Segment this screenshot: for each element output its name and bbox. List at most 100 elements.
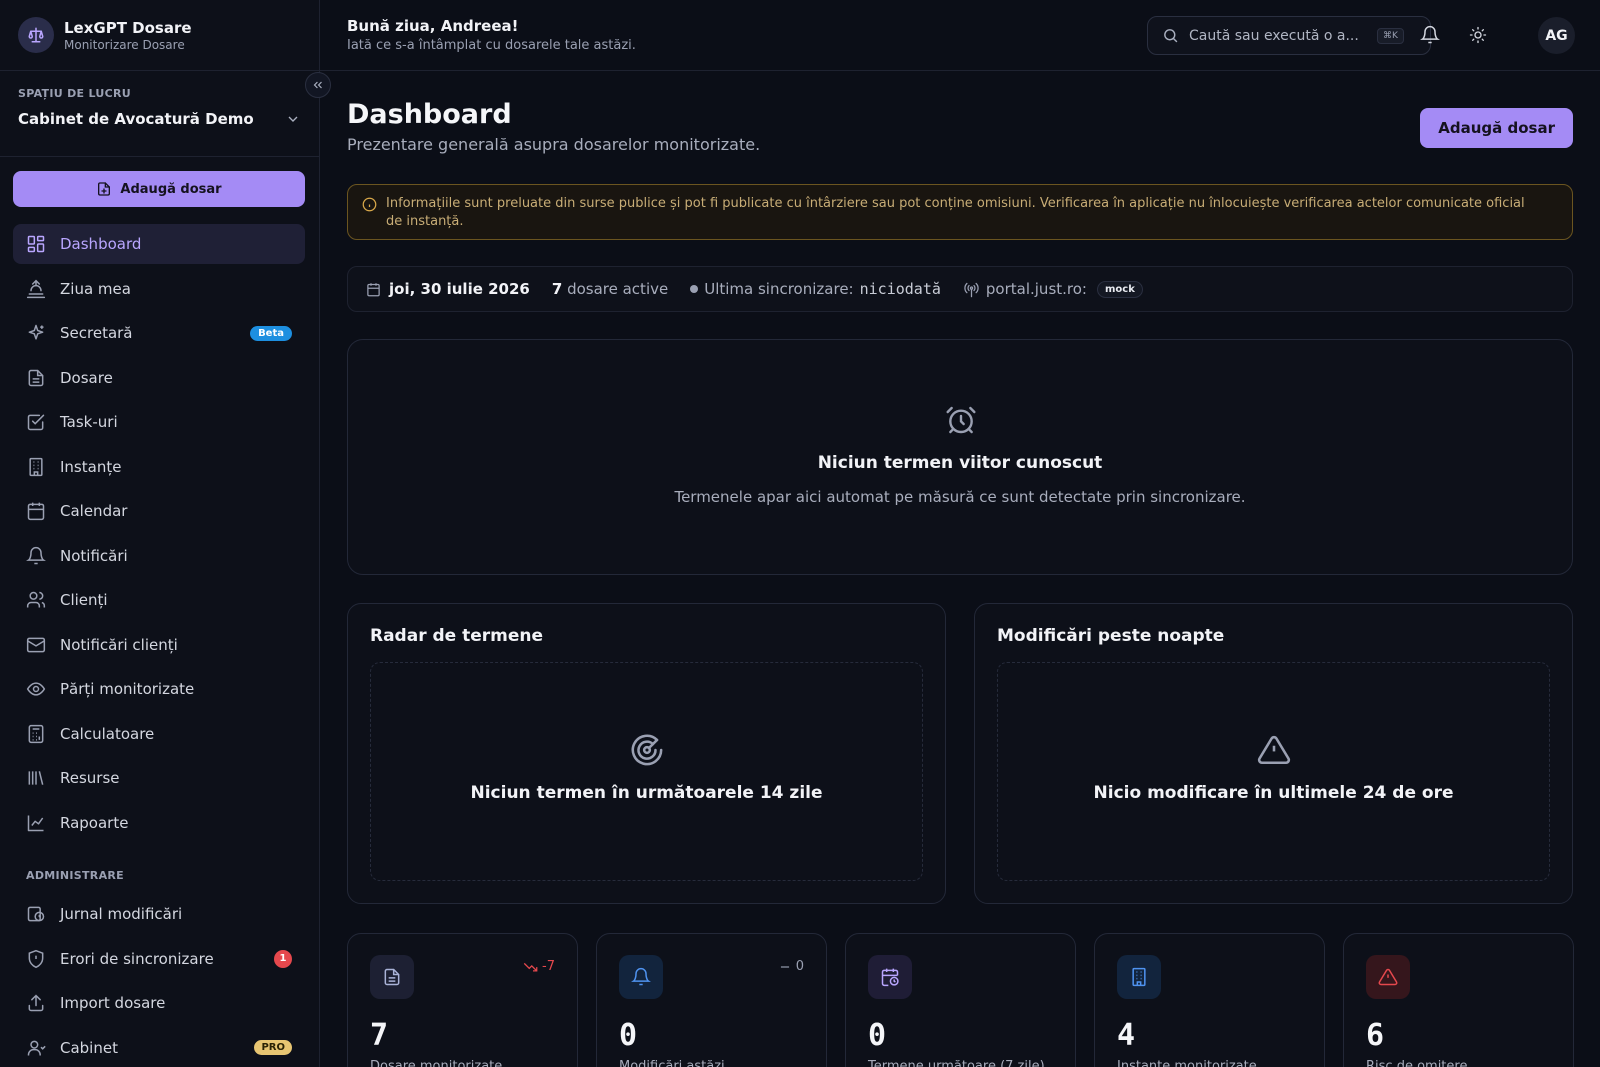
stat-card-omission-risk[interactable]: 6 Risc de omitere	[1343, 933, 1574, 1067]
sidebar-item-resurse[interactable]: Resurse	[13, 758, 305, 798]
upload-icon	[28, 994, 44, 1012]
file-icon	[28, 369, 44, 386]
upcoming-empty-title: Niciun termen viitor cunoscut	[817, 453, 1103, 473]
sidebar-item-label: Notificări	[60, 546, 128, 565]
sidebar-item-clienti[interactable]: Clienți	[13, 580, 305, 620]
collapse-sidebar-button[interactable]	[305, 72, 331, 98]
sidebar-item-label: Resurse	[60, 769, 120, 787]
stat-card-monitored-cases[interactable]: -7 7 Dosare monitorizate	[347, 933, 578, 1067]
sync-value: niciodată	[859, 280, 941, 298]
sidebar-item-cabinet[interactable]: Cabinet PRO	[13, 1028, 305, 1067]
deadline-radar-title: Radar de termene	[370, 626, 544, 646]
bell-icon	[619, 955, 663, 999]
sidebar-item-label: Import dosare	[60, 994, 166, 1012]
sidebar-item-secretara[interactable]: Secretară Beta	[13, 313, 305, 353]
app-name: LexGPT Dosare	[64, 18, 192, 37]
stat-value: 4	[1117, 1018, 1136, 1053]
stat-trend: -7	[523, 959, 555, 974]
stat-label: Dosare monitorizate	[370, 1059, 503, 1067]
page-title: Dashboard	[347, 99, 512, 130]
sidebar-item-calendar[interactable]: Calendar	[13, 491, 305, 531]
deadline-radar-empty: Niciun termen în următoarele 14 zile	[470, 783, 823, 803]
stat-trend: 0	[778, 959, 804, 974]
sidebar-item-instante[interactable]: Instanțe	[13, 447, 305, 487]
sidebar-item-label: Instanțe	[60, 457, 122, 476]
trending-down-icon	[523, 962, 538, 972]
sidebar-item-jurnal-modificari[interactable]: Jurnal modificări	[13, 894, 305, 934]
sidebar-item-notificari-clienti[interactable]: Notificări clienți	[13, 625, 305, 665]
active-cases-label: dosare active	[567, 280, 669, 298]
sidebar-item-label: Clienți	[60, 591, 108, 609]
calendar-icon	[27, 502, 45, 521]
app-subtitle: Monitorizare Dosare	[64, 37, 185, 52]
alarm-clock-icon	[946, 406, 976, 434]
search-icon	[1164, 29, 1178, 43]
overnight-changes-empty: Nicio modificare în ultimele 24 de ore	[1093, 783, 1454, 803]
disclaimer-notice: Informațiile sunt preluate din surse pub…	[347, 184, 1573, 240]
sync-status-dot	[690, 285, 699, 293]
sidebar-nav: Dashboard Ziua mea Secretară Beta Dosare…	[13, 224, 305, 1067]
stat-value: 0	[868, 1018, 887, 1053]
warning-icon	[1366, 955, 1410, 999]
dashboard-icon	[27, 235, 45, 253]
add-case-button[interactable]: Adaugă dosar	[1420, 108, 1573, 148]
disclaimer-text: Informațiile sunt preluate din surse pub…	[386, 196, 1525, 229]
avatar[interactable]: AG	[1538, 17, 1575, 54]
info-icon	[362, 197, 377, 212]
sidebar-item-label: Rapoarte	[60, 813, 129, 832]
greeting-subtitle: Iată ce s-a întâmplat cu dosarele tale a…	[347, 38, 636, 53]
sidebar-item-label: Calculatoare	[60, 724, 155, 743]
sidebar-item-erori-sincronizare[interactable]: Erori de sincronizare 1	[13, 939, 305, 979]
user-icon	[27, 1040, 46, 1055]
sidebar-item-label: Dosare	[60, 368, 113, 387]
chevrons-left-icon	[313, 81, 322, 89]
stat-card-changes-today[interactable]: 0 0 Modificări astăzi	[596, 933, 827, 1067]
sidebar-item-import-dosare[interactable]: Import dosare	[13, 983, 305, 1023]
sync-label: Ultima sincronizare:	[704, 280, 854, 298]
calendar-clock-icon	[868, 955, 912, 999]
sidebar-item-notificari[interactable]: Notificări	[13, 536, 305, 576]
sidebar: LexGPT Dosare Monitorizare Dosare SPAȚIU…	[0, 0, 320, 1067]
brand[interactable]: LexGPT Dosare Monitorizare Dosare	[0, 0, 319, 71]
sidebar-item-rapoarte[interactable]: Rapoarte	[13, 803, 305, 843]
sidebar-item-label: Notificări clienți	[60, 635, 178, 654]
checkbox-icon	[27, 414, 45, 431]
sidebar-add-case-button[interactable]: Adaugă dosar	[13, 171, 305, 207]
sidebar-item-label: Erori de sincronizare	[60, 949, 214, 968]
workspace-selector[interactable]: SPAȚIU DE LUCRU Cabinet de Avocatură Dem…	[0, 71, 319, 157]
search-input[interactable]	[1189, 27, 1367, 44]
shield-icon	[28, 949, 44, 968]
sidebar-item-label: Calendar	[60, 502, 128, 520]
current-date: joi, 30 iulie 2026	[389, 280, 530, 298]
stat-card-upcoming-deadlines[interactable]: 0 Termene următoare (7 zile)	[845, 933, 1076, 1067]
sparkles-icon	[28, 324, 44, 340]
sidebar-item-dosare[interactable]: Dosare	[13, 358, 305, 398]
notifications-button[interactable]	[1417, 22, 1443, 48]
sidebar-item-dashboard[interactable]: Dashboard	[13, 224, 305, 264]
overnight-changes-panel: Modificări peste noapte Nicio modificare…	[974, 603, 1573, 904]
stat-trend-value: -7	[542, 959, 555, 974]
sidebar-item-parti-monitorizate[interactable]: Părți monitorizate	[13, 669, 305, 709]
bell-icon	[26, 546, 46, 564]
active-cases-count: 7	[551, 280, 563, 298]
stat-label: Instanțe monitorizate	[1117, 1059, 1257, 1067]
sidebar-item-label: Secretară	[60, 324, 133, 342]
sidebar-item-calculatoare[interactable]: Calculatoare	[13, 714, 305, 754]
stat-value: 0	[619, 1018, 638, 1053]
deadline-radar-panel: Radar de termene Niciun termen în următo…	[347, 603, 946, 904]
sidebar-item-label: Jurnal modificări	[60, 905, 183, 923]
sidebar-item-ziua-mea[interactable]: Ziua mea	[13, 269, 305, 309]
upcoming-empty-text: Termenele apar aici automat pe măsură ce…	[674, 488, 1246, 506]
stat-card-monitored-courts[interactable]: 4 Instanțe monitorizate	[1094, 933, 1325, 1067]
theme-toggle-button[interactable]	[1465, 22, 1491, 48]
stat-label: Modificări astăzi	[619, 1059, 725, 1067]
sidebar-item-task-uri[interactable]: Task-uri	[13, 402, 305, 442]
status-bar: joi, 30 iulie 2026 7 dosare active Ultim…	[347, 266, 1573, 312]
command-search[interactable]: ⌘K	[1147, 16, 1431, 55]
upcoming-deadlines-card: Niciun termen viitor cunoscut Termenele …	[347, 339, 1573, 575]
file-plus-icon	[98, 182, 111, 196]
scales-icon	[18, 17, 54, 53]
stat-trend-value: 0	[795, 959, 804, 974]
sidebar-item-label: Ziua mea	[60, 279, 131, 298]
topbar: Bună ziua, Andreea! Iată ce s-a întâmpla…	[320, 0, 1600, 71]
